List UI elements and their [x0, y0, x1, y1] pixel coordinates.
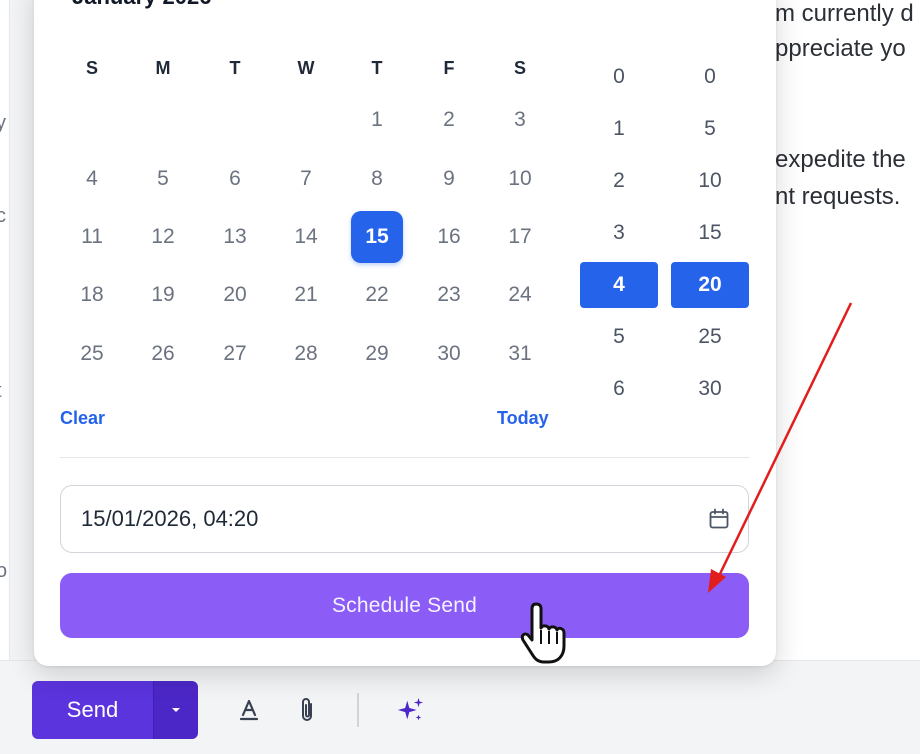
datetime-field[interactable]	[60, 485, 749, 553]
hour-option[interactable]: 5	[580, 314, 658, 360]
day-cell[interactable]: 6	[209, 153, 261, 205]
day-cell[interactable]: 11	[66, 211, 118, 263]
send-button[interactable]: Send	[32, 681, 153, 739]
hour-option[interactable]: 1	[580, 106, 658, 152]
day-cell[interactable]: 30	[423, 328, 475, 380]
day-cell-selected[interactable]: 15	[351, 211, 403, 263]
day-cell[interactable]: 31	[494, 328, 546, 380]
calendar-icon[interactable]	[708, 508, 730, 530]
hour-option[interactable]: 3	[580, 210, 658, 256]
minute-option[interactable]: 15	[671, 210, 749, 256]
schedule-send-button[interactable]: Schedule Send	[60, 573, 749, 638]
hand-cursor-icon	[520, 602, 566, 664]
minute-option[interactable]: 30	[671, 366, 749, 412]
day-cell[interactable]: 17	[494, 211, 546, 263]
day-cell[interactable]: 14	[280, 211, 332, 263]
day-cell[interactable]: 5	[137, 153, 189, 205]
month-year-label[interactable]: January 2026	[72, 0, 211, 10]
hour-option-selected[interactable]: 4	[580, 262, 658, 308]
day-cell[interactable]: 19	[137, 269, 189, 321]
day-cell[interactable]: 21	[280, 269, 332, 321]
day-cell[interactable]: 24	[494, 269, 546, 321]
ai-assist-button[interactable]	[396, 695, 426, 725]
weekday-label: W	[297, 58, 315, 78]
toolbar-divider	[357, 693, 359, 727]
today-button[interactable]: Today	[497, 408, 549, 429]
day-cell[interactable]: 16	[423, 211, 475, 263]
send-options-button[interactable]	[153, 681, 198, 739]
day-cell[interactable]: 26	[137, 328, 189, 380]
day-cell[interactable]: 28	[280, 328, 332, 380]
sparkles-icon	[397, 697, 424, 721]
left-panel-edge: y c t l o	[0, 0, 10, 660]
day-cell[interactable]: 13	[209, 211, 261, 263]
minute-option-selected[interactable]: 20	[671, 262, 749, 308]
day-cell[interactable]: 23	[423, 269, 475, 321]
minute-option[interactable]: 25	[671, 314, 749, 360]
text-format-icon	[239, 699, 259, 721]
email-body-line: ppreciate yo	[775, 35, 906, 62]
weekday-label: F	[443, 58, 455, 78]
day-cell[interactable]: 3	[494, 94, 546, 146]
minute-option[interactable]: 0	[671, 54, 749, 100]
day-cell[interactable]: 18	[66, 269, 118, 321]
send-button-group: Send	[32, 681, 198, 739]
hour-option[interactable]: 6	[580, 366, 658, 412]
email-body-line: expedite the	[775, 146, 906, 173]
compose-toolbar: Send	[0, 660, 920, 754]
text-format-button[interactable]	[234, 695, 264, 725]
paperclip-icon	[302, 698, 312, 721]
day-cell[interactable]: 10	[494, 153, 546, 205]
day-cell[interactable]: 1	[351, 94, 403, 146]
minute-option[interactable]: 5	[671, 106, 749, 152]
day-cell[interactable]: 4	[66, 153, 118, 205]
day-cell[interactable]: 12	[137, 211, 189, 263]
weekday-label: T	[371, 58, 383, 78]
weekday-label: S	[85, 58, 98, 78]
attach-button[interactable]	[292, 695, 322, 725]
day-cell[interactable]: 9	[423, 153, 475, 205]
datetime-input[interactable]	[81, 502, 681, 536]
divider	[60, 457, 750, 458]
weekday-label: T	[229, 58, 241, 78]
minute-option[interactable]: 10	[671, 158, 749, 204]
chevron-down-icon	[172, 708, 180, 712]
weekday-label: M	[155, 58, 171, 78]
day-cell[interactable]: 8	[351, 153, 403, 205]
day-cell[interactable]: 22	[351, 269, 403, 321]
email-body-line: m currently d	[775, 0, 914, 27]
hour-option[interactable]: 0	[580, 54, 658, 100]
clear-button[interactable]: Clear	[60, 408, 105, 429]
day-cell[interactable]: 25	[66, 328, 118, 380]
day-cell[interactable]: 27	[209, 328, 261, 380]
email-body-line: nt requests.	[775, 183, 901, 210]
day-cell[interactable]: 2	[423, 94, 475, 146]
day-cell[interactable]: 20	[209, 269, 261, 321]
hour-option[interactable]: 2	[580, 158, 658, 204]
day-cell[interactable]: 7	[280, 153, 332, 205]
weekday-label: S	[513, 58, 526, 78]
day-cell[interactable]: 29	[351, 328, 403, 380]
schedule-send-popover: January 2026 SMTWTFS 1234567891011121314…	[34, 0, 776, 666]
